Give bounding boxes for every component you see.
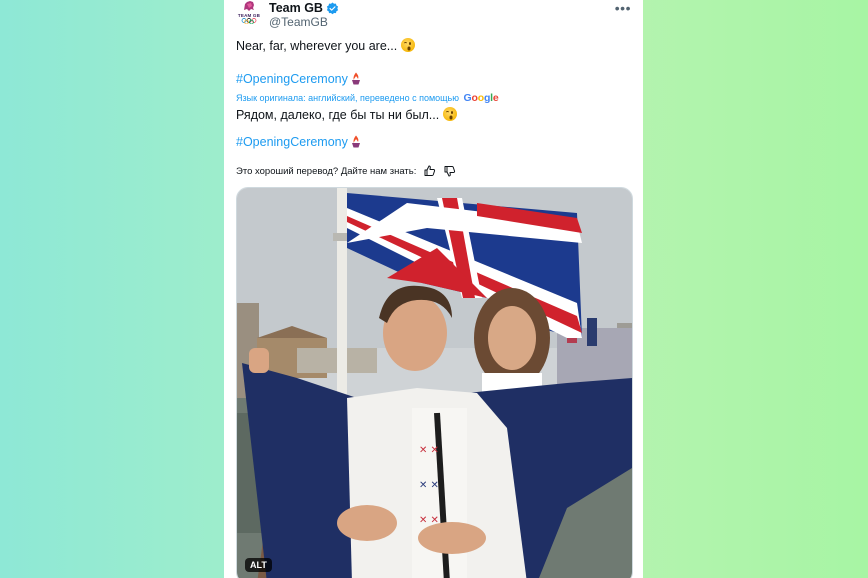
display-name[interactable]: Team GB [269,1,323,15]
winking-face-emoji [443,107,458,121]
tweet-text: Near, far, wherever you are... [236,38,416,53]
hashtag-link[interactable]: #OpeningCeremony [236,72,348,86]
alt-text-badge[interactable]: ALT [245,558,272,572]
more-options-icon[interactable]: ••• [615,0,631,16]
olympic-rings-icon [241,18,257,24]
photo-illustration: ✕ ✕ ✕ ✕ ✕ ✕ [237,188,632,578]
tweet-photo[interactable]: ✕ ✕ ✕ ✕ ✕ ✕ ALT [236,187,633,578]
hashtag-line: #OpeningCeremony [236,72,362,86]
tweet-card: TEAM GB Team GB @TeamGB ••• Near, far, w… [224,0,643,578]
translated-hashtag-line: #OpeningCeremony [236,135,362,149]
translated-text: Рядом, далеко, где бы ты ни был... [236,107,458,122]
translation-note: Язык оригинала: английский, переведено с… [236,92,499,104]
verified-badge-icon [326,2,339,14]
display-name-row: Team GB [269,1,339,15]
olympic-flame-icon [351,72,360,85]
feedback-prompt: Это хороший перевод? Дайте нам знать: [236,165,417,177]
translation-note-text: Язык оригинала: английский, переведено с… [236,93,460,103]
team-gb-lion-icon [244,1,254,11]
google-logo: Google [463,92,499,104]
svg-text:✕ ✕: ✕ ✕ [419,480,439,491]
winking-face-emoji [401,38,416,52]
avatar[interactable]: TEAM GB [235,0,263,28]
user-handle[interactable]: @TeamGB [269,15,328,29]
translated-hashtag-link[interactable]: #OpeningCeremony [236,135,348,149]
tweet-header: TEAM GB Team GB @TeamGB ••• [224,0,643,34]
tweet-original-text: Near, far, wherever you are... [236,39,398,53]
translated-text-content: Рядом, далеко, где бы ты ни был... [236,108,440,122]
olympic-flame-icon [351,135,360,148]
thumb-down-icon[interactable] [444,165,456,177]
svg-text:✕ ✕: ✕ ✕ [419,445,439,456]
translation-feedback: Это хороший перевод? Дайте нам знать: [236,165,456,177]
thumb-up-icon[interactable] [424,165,436,177]
